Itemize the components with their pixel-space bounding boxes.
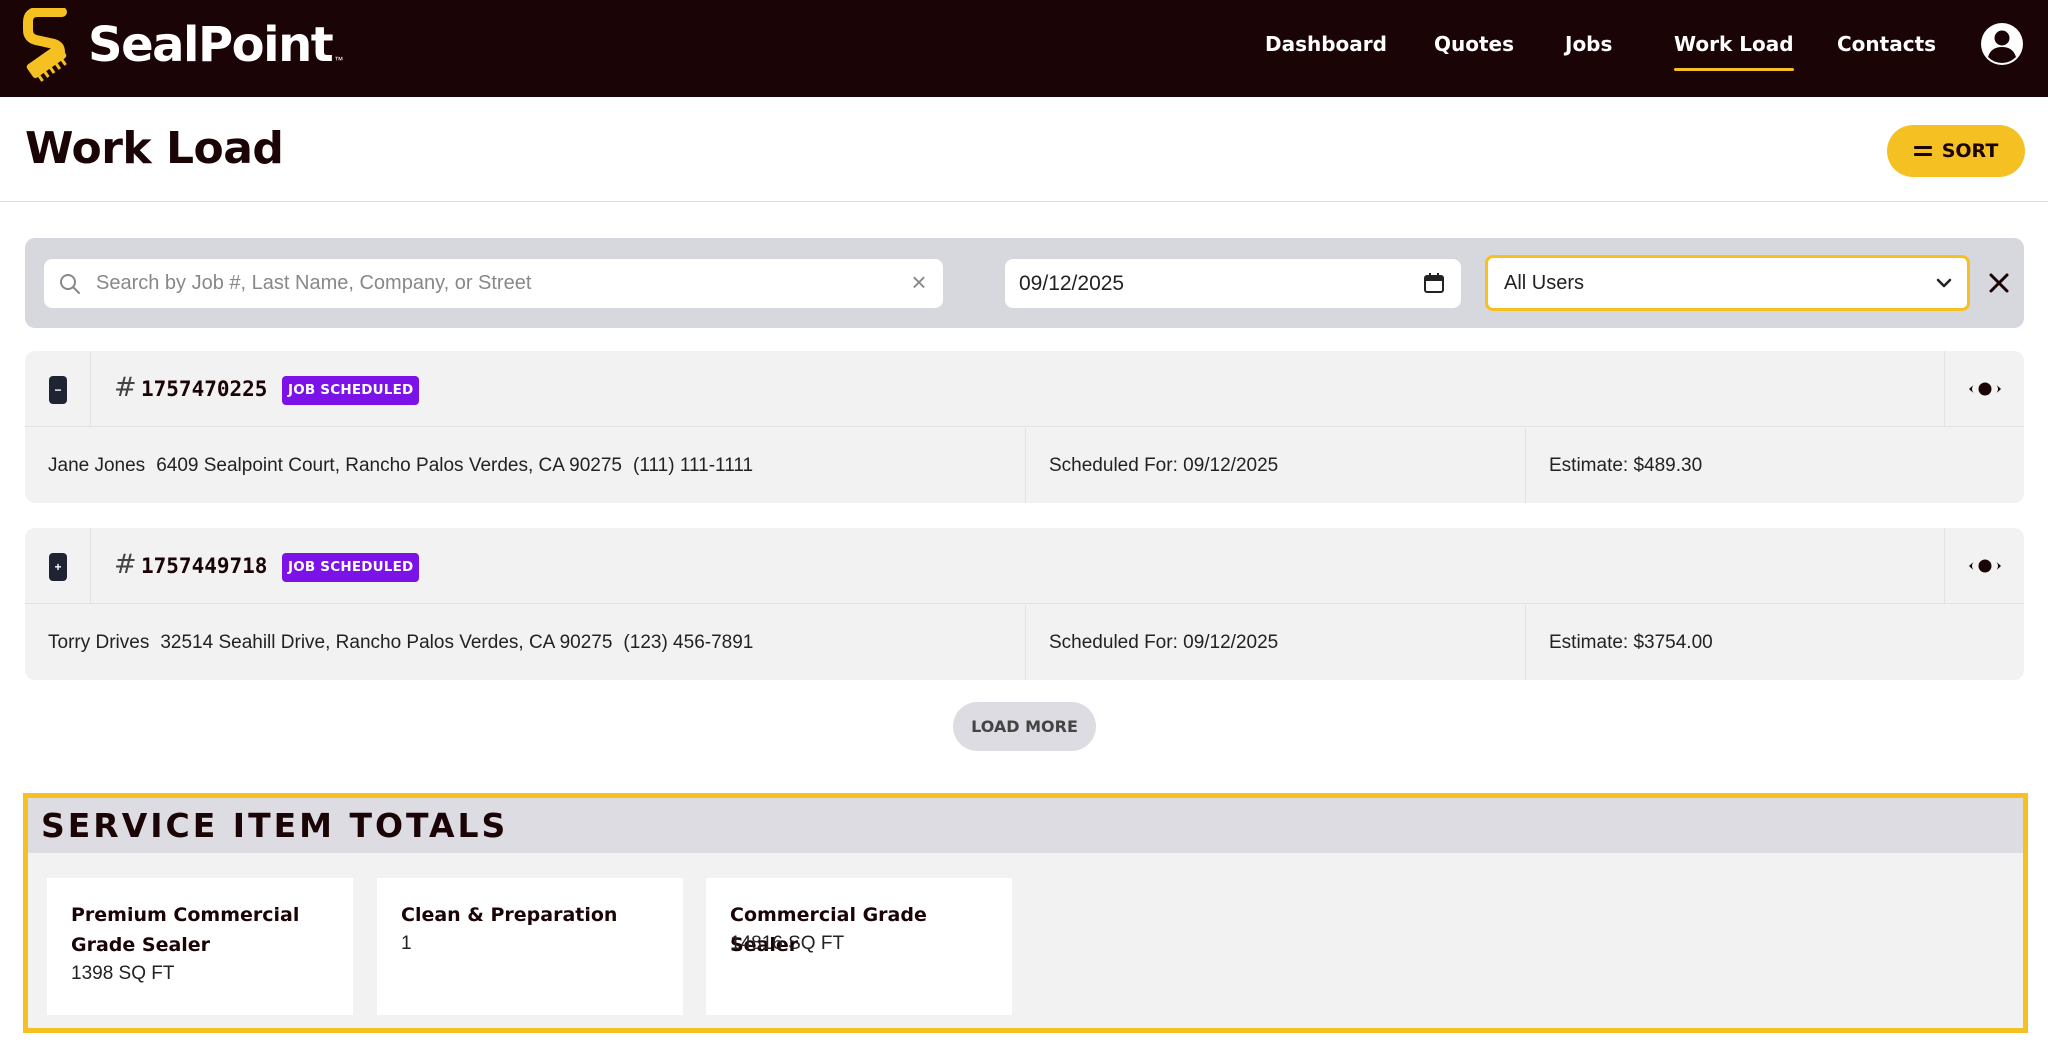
- status-badge: JOB SCHEDULED: [282, 376, 420, 405]
- job-card-details: Jane Jones 6409 Sealpoint Court, Rancho …: [25, 428, 2024, 503]
- search-icon: [60, 274, 80, 294]
- status-badge: JOB SCHEDULED: [282, 553, 420, 582]
- date-value: 09/12/2025: [1019, 271, 1125, 295]
- job-card-toggle-cell: −: [25, 351, 91, 427]
- view-job-button[interactable]: [1944, 351, 2024, 427]
- sealpoint-logo-icon: [23, 8, 67, 82]
- job-card-details: Torry Drives 32514 Seahill Drive, Rancho…: [25, 605, 2024, 680]
- collapse-icon[interactable]: −: [49, 376, 67, 404]
- job-card-toggle-cell: +: [25, 528, 91, 604]
- job-address: 6409 Sealpoint Court, Rancho Palos Verde…: [156, 454, 623, 476]
- brand-name: SealPoint: [88, 17, 334, 73]
- expand-icon[interactable]: +: [49, 553, 67, 581]
- nav-work-load[interactable]: Work Load: [1674, 32, 1794, 71]
- job-card: − # 1757470225 JOB SCHEDULED Jane Jones …: [25, 351, 2024, 503]
- job-card-header: − # 1757470225 JOB SCHEDULED: [25, 351, 2024, 427]
- estimate-amount: Estimate: $3754.00: [1525, 605, 2024, 680]
- clear-icon[interactable]: ×: [907, 269, 931, 295]
- customer-name: Torry Drives: [48, 631, 150, 653]
- close-icon[interactable]: [1984, 268, 2014, 298]
- total-item-qty: 14816 SQ FT: [730, 933, 845, 954]
- scheduled-date: Scheduled For: 09/12/2025: [1025, 605, 1525, 680]
- nav-quotes[interactable]: Quotes: [1434, 32, 1514, 56]
- user-select-value: All Users: [1504, 271, 1585, 294]
- sort-button[interactable]: SORT: [1887, 125, 2025, 177]
- customer-phone: (111) 111-1111: [633, 454, 754, 476]
- sort-label: SORT: [1941, 140, 1999, 162]
- job-address: 32514 Seahill Drive, Rancho Palos Verdes…: [160, 631, 613, 653]
- totals-title: SERVICE ITEM TOTALS: [41, 806, 509, 845]
- hash-icon: #: [114, 372, 137, 403]
- total-item-qty: 1398 SQ FT: [71, 963, 175, 984]
- nav-dashboard[interactable]: Dashboard: [1265, 32, 1387, 56]
- search-input[interactable]: [96, 259, 896, 308]
- total-item-qty: 1: [401, 933, 412, 954]
- customer-phone: (123) 456-7891: [623, 631, 754, 653]
- scheduled-date: Scheduled For: 09/12/2025: [1025, 428, 1525, 503]
- nav-contacts[interactable]: Contacts: [1837, 32, 1936, 56]
- total-item-name: Premium Commercial Grade Sealer: [71, 904, 300, 956]
- page-header: Work Load SORT: [0, 97, 2048, 202]
- search-field: ×: [44, 259, 943, 308]
- job-number[interactable]: 1757470225: [141, 377, 267, 401]
- job-contact: Jane Jones 6409 Sealpoint Court, Rancho …: [48, 428, 1025, 503]
- chevron-down-icon: [1936, 278, 1952, 288]
- job-card: + # 1757449718 JOB SCHEDULED Torry Drive…: [25, 528, 2024, 680]
- job-number[interactable]: 1757449718: [141, 554, 267, 578]
- brand-trademark: ™: [334, 55, 344, 65]
- load-more-button[interactable]: LOAD MORE: [953, 702, 1096, 751]
- logo[interactable]: SealPoint ™: [22, 8, 343, 82]
- calendar-icon[interactable]: [1423, 272, 1445, 294]
- top-navbar: SealPoint ™ Dashboard Quotes Jobs Work L…: [0, 0, 2048, 97]
- nav-jobs[interactable]: Jobs: [1565, 32, 1612, 56]
- customer-name: Jane Jones: [48, 454, 146, 476]
- view-job-button[interactable]: [1944, 528, 2024, 604]
- date-field[interactable]: 09/12/2025: [1005, 259, 1461, 308]
- hash-icon: #: [114, 549, 137, 580]
- menu-lines-icon: [1913, 146, 1932, 156]
- filter-bar: × 09/12/2025 All Users: [25, 238, 2024, 328]
- user-avatar-icon[interactable]: [1980, 22, 2024, 66]
- page-title: Work Load: [25, 123, 284, 174]
- totals-header: SERVICE ITEM TOTALS: [28, 798, 2023, 853]
- job-card-header: + # 1757449718 JOB SCHEDULED: [25, 528, 2024, 604]
- service-item-totals: SERVICE ITEM TOTALS Premium Commercial G…: [23, 793, 2028, 1033]
- estimate-amount: Estimate: $489.30: [1525, 428, 2024, 503]
- total-item-name: Clean & Preparation: [401, 904, 618, 926]
- total-item-card: Commercial Grade Sealer 14816 SQ FT: [706, 878, 1012, 1015]
- eye-icon: [1969, 557, 2001, 575]
- total-item-card: Premium Commercial Grade Sealer 1398 SQ …: [47, 878, 353, 1015]
- job-contact: Torry Drives 32514 Seahill Drive, Rancho…: [48, 605, 1025, 680]
- eye-icon: [1969, 380, 2001, 398]
- total-item-card: Clean & Preparation 1: [377, 878, 683, 1015]
- user-select[interactable]: All Users: [1485, 255, 1970, 311]
